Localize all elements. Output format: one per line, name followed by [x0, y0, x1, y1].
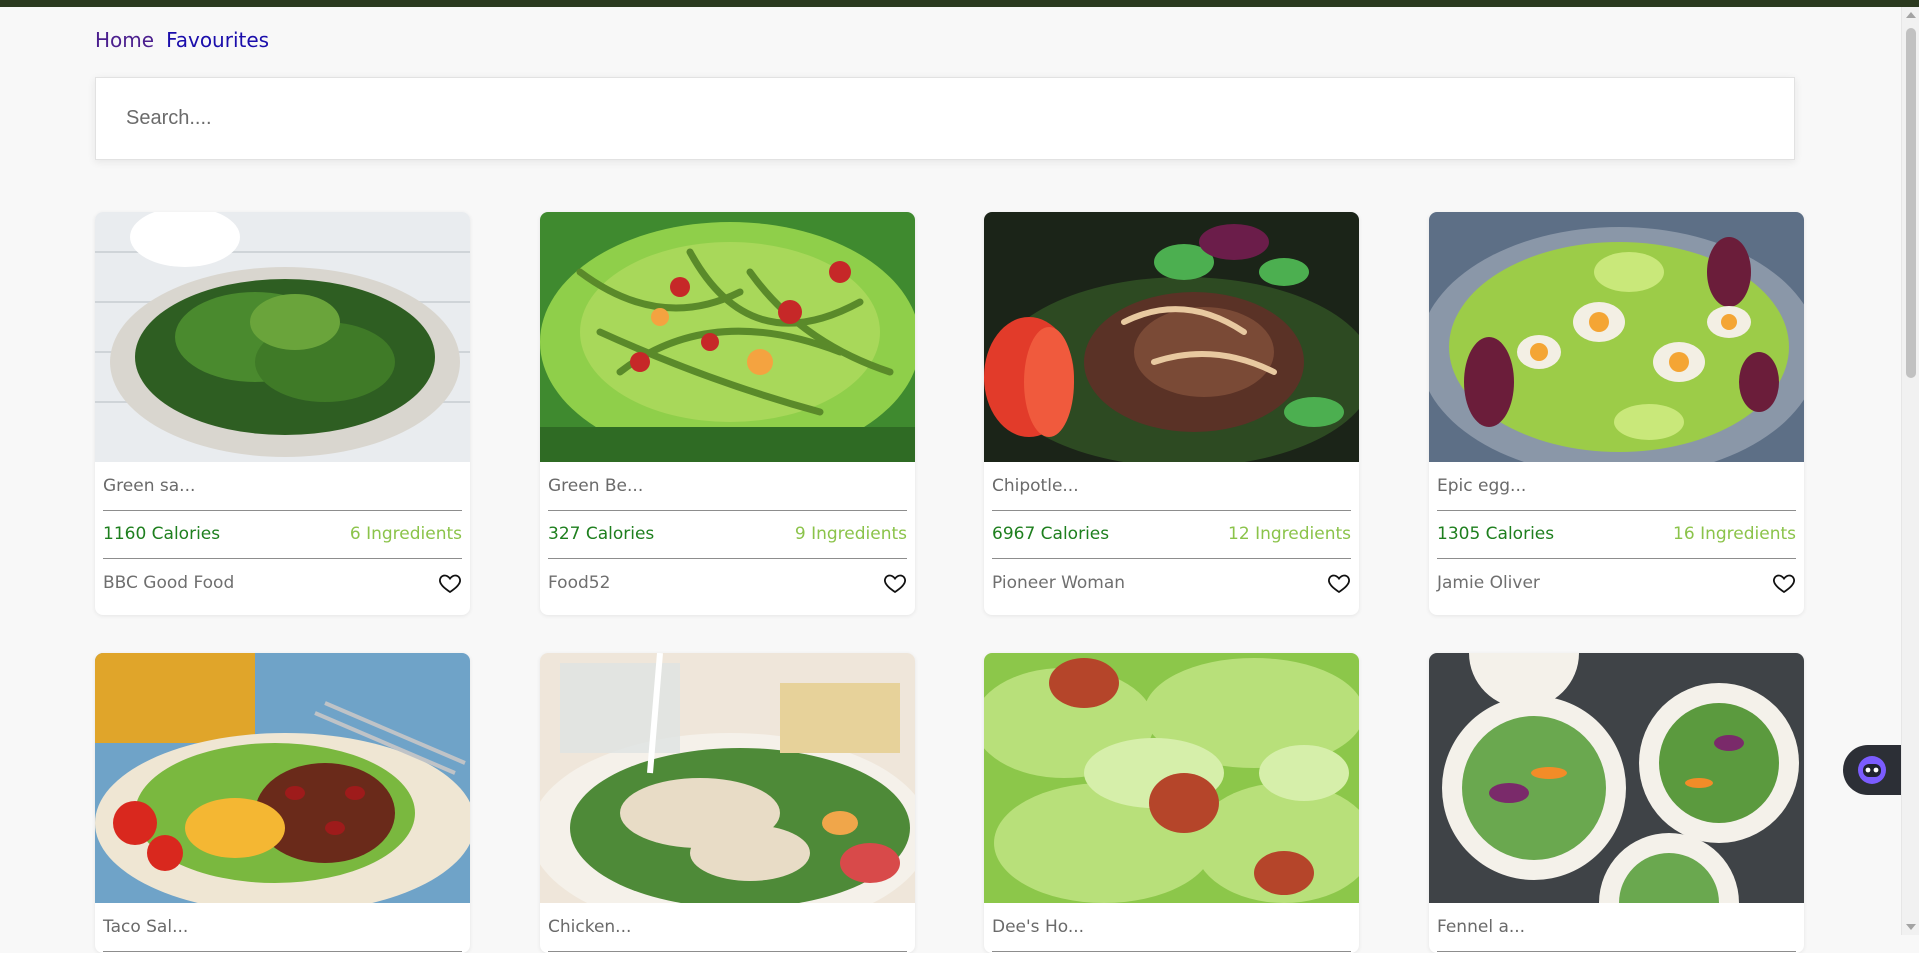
recipe-title[interactable]: Green sa... [103, 462, 462, 511]
recipe-footer: Food52 [548, 559, 907, 606]
recipe-title[interactable]: Green Be... [548, 462, 907, 511]
recipe-card[interactable]: Dee's Ho... [984, 653, 1359, 953]
page-scrollbar[interactable] [1901, 7, 1919, 935]
recipe-ingredients-count: 12 Ingredients [1228, 524, 1351, 544]
recipe-card[interactable]: Chipotle... 6967 Calories 12 Ingredients… [984, 212, 1359, 615]
robot-assistant-icon [1858, 756, 1886, 784]
recipe-ingredients-count: 6 Ingredients [349, 524, 462, 544]
recipe-footer: Jamie Oliver [1437, 559, 1796, 606]
recipe-card[interactable]: Fennel a... [1429, 653, 1804, 953]
recipe-source: BBC Good Food [103, 572, 235, 593]
scroll-down-arrow-icon[interactable] [1906, 924, 1916, 930]
favourite-heart-icon[interactable] [883, 571, 907, 595]
nav-favourites-link[interactable]: Favourites [166, 28, 269, 52]
favourite-heart-icon[interactable] [1772, 571, 1796, 595]
recipe-card[interactable]: Taco Sal... [95, 653, 470, 953]
favourite-heart-icon[interactable] [438, 571, 462, 595]
recipe-title[interactable]: Dee's Ho... [992, 903, 1351, 952]
recipe-image[interactable] [95, 653, 470, 903]
main-nav: Home Favourites [95, 28, 269, 52]
recipe-card[interactable]: Green Be... 327 Calories 9 Ingredients F… [540, 212, 915, 615]
favourite-heart-icon[interactable] [1327, 571, 1351, 595]
recipe-source: Jamie Oliver [1437, 572, 1540, 593]
recipe-ingredients-count: 16 Ingredients [1673, 524, 1796, 544]
recipe-image[interactable] [984, 212, 1359, 462]
recipe-calories: 1160 Calories [103, 524, 221, 544]
recipe-calories: 6967 Calories [992, 524, 1110, 544]
recipe-title[interactable]: Chipotle... [992, 462, 1351, 511]
recipe-calories: 327 Calories [548, 524, 655, 544]
recipe-card[interactable]: Chicken... [540, 653, 915, 953]
recipe-image[interactable] [1429, 212, 1804, 462]
recipe-source: Pioneer Woman [992, 572, 1126, 593]
scrollbar-thumb[interactable] [1906, 28, 1916, 378]
assistant-widget-button[interactable] [1843, 745, 1901, 795]
recipe-stats: 327 Calories 9 Ingredients [548, 511, 907, 559]
recipe-stats: 1305 Calories 16 Ingredients [1437, 511, 1796, 559]
recipe-footer: BBC Good Food [103, 559, 462, 606]
top-accent-bar [0, 0, 1919, 7]
recipe-stats: 1160 Calories 6 Ingredients [103, 511, 462, 559]
recipe-footer: Pioneer Woman [992, 559, 1351, 606]
recipe-calories: 1305 Calories [1437, 524, 1555, 544]
recipe-image[interactable] [984, 653, 1359, 903]
search-input[interactable] [96, 78, 1794, 159]
recipe-source: Food52 [548, 572, 611, 593]
recipe-stats: 6967 Calories 12 Ingredients [992, 511, 1351, 559]
recipe-title[interactable]: Chicken... [548, 903, 907, 952]
recipe-title[interactable]: Epic egg... [1437, 462, 1796, 511]
search-box [95, 77, 1795, 160]
recipe-card[interactable]: Green sa... 1160 Calories 6 Ingredients … [95, 212, 470, 615]
recipe-image[interactable] [540, 212, 915, 462]
recipe-image[interactable] [95, 212, 470, 462]
recipe-image[interactable] [1429, 653, 1804, 903]
nav-home-link[interactable]: Home [95, 28, 154, 52]
recipe-image[interactable] [540, 653, 915, 903]
recipe-card[interactable]: Epic egg... 1305 Calories 16 Ingredients… [1429, 212, 1804, 615]
scroll-up-arrow-icon[interactable] [1906, 12, 1916, 18]
recipe-title[interactable]: Fennel a... [1437, 903, 1796, 952]
recipe-title[interactable]: Taco Sal... [103, 903, 462, 952]
recipe-ingredients-count: 9 Ingredients [794, 524, 907, 544]
